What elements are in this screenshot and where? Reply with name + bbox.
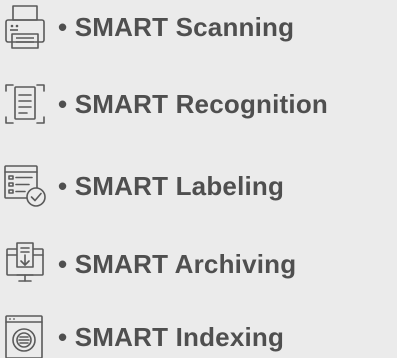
checklist-document-icon — [0, 162, 52, 210]
feature-list: • SMART Scanning • SMART Recognition • S… — [0, 0, 397, 358]
search-document-icon — [0, 313, 52, 358]
feature-label: • SMART Scanning — [58, 11, 295, 42]
feature-item-labeling: • SMART Labeling — [0, 162, 397, 210]
archive-download-icon — [0, 240, 52, 288]
printer-scanner-icon — [0, 3, 52, 51]
feature-label: • SMART Labeling — [58, 170, 285, 201]
feature-item-indexing: • SMART Indexing — [0, 313, 397, 358]
document-scan-frame-icon — [0, 80, 52, 128]
feature-item-recognition: • SMART Recognition — [0, 80, 397, 128]
feature-item-scanning: • SMART Scanning — [0, 3, 397, 51]
feature-label: • SMART Archiving — [58, 248, 297, 279]
feature-label: • SMART Indexing — [58, 321, 285, 352]
feature-label: • SMART Recognition — [58, 88, 328, 119]
feature-item-archiving: • SMART Archiving — [0, 240, 397, 288]
